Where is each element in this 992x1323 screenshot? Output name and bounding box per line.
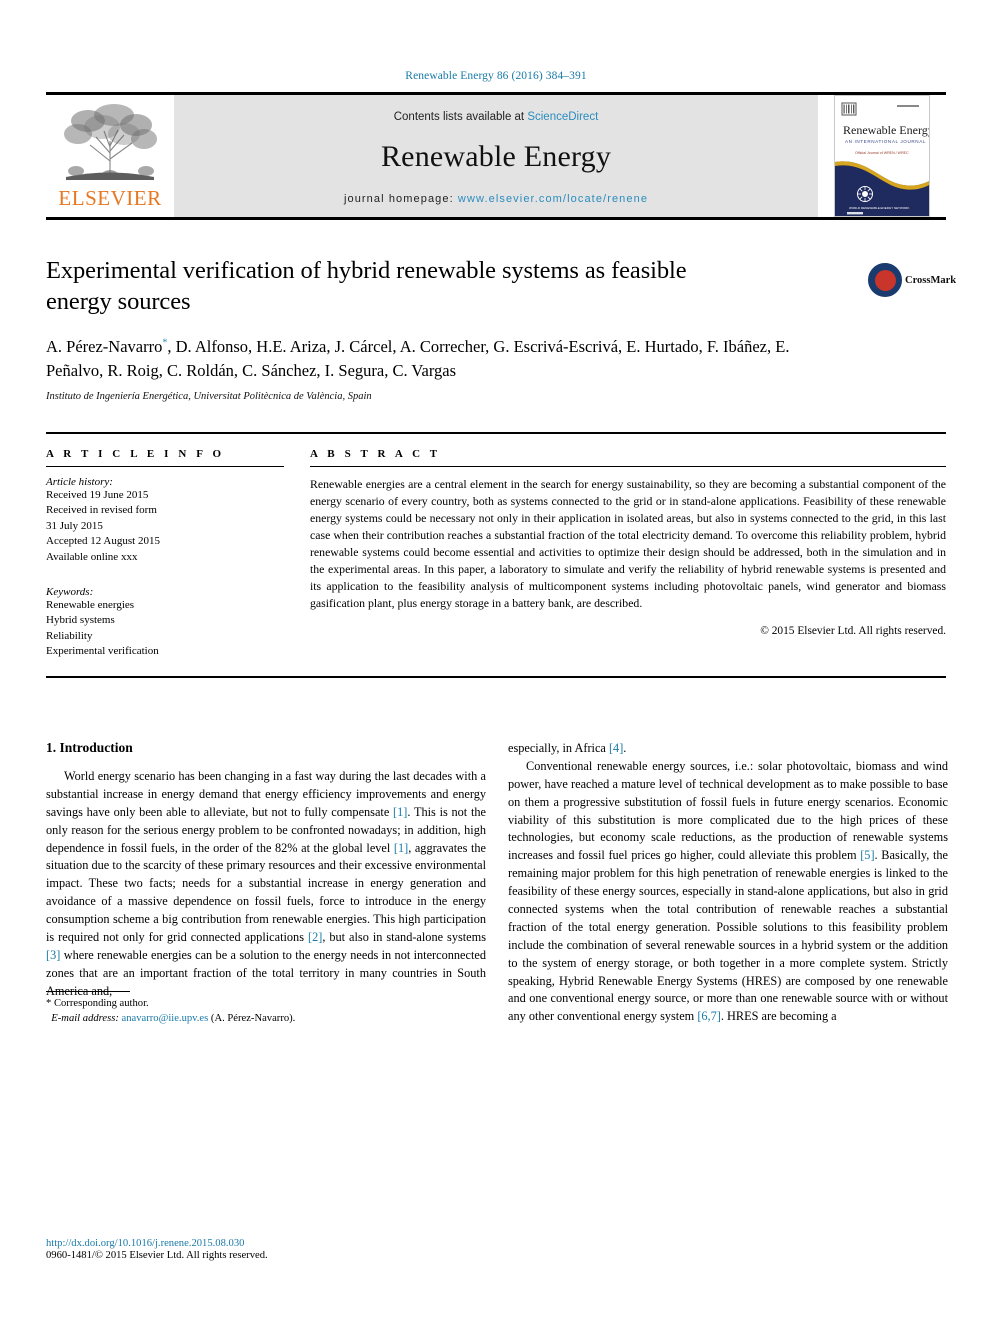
article-history-label: Article history: xyxy=(46,475,113,488)
sciencedirect-link[interactable]: ScienceDirect xyxy=(527,111,598,123)
citation-ref-3[interactable]: [3] xyxy=(46,948,60,962)
history-revised-date: 31 July 2015 xyxy=(46,519,103,532)
history-revised: Received in revised form xyxy=(46,504,157,517)
abstract-column: A B S T R A C T Renewable energies are a… xyxy=(310,448,946,660)
contents-prefix: Contents lists available at xyxy=(393,111,528,123)
journal-masthead: ELSEVIER Contents lists available at Sci… xyxy=(46,92,946,220)
author-list: A. Pérez-Navarro*, D. Alfonso, H.E. Ariz… xyxy=(46,335,836,384)
journal-cover-thumbnail: Renewable Energy AN INTERNATIONAL JOURNA… xyxy=(834,95,930,217)
elsevier-wordmark: ELSEVIER xyxy=(58,186,162,210)
homepage-prefix: journal homepage: xyxy=(343,193,458,205)
page-footer: http://dx.doi.org/10.1016/j.renene.2015.… xyxy=(46,1238,486,1261)
title-block: Experimental verification of hybrid rene… xyxy=(46,256,956,402)
keyword-item: Hybrid systems xyxy=(46,614,115,627)
journal-homepage-link[interactable]: www.elsevier.com/locate/renene xyxy=(458,193,648,205)
citation-ref-1[interactable]: [1] xyxy=(393,805,407,819)
email-label: E-mail address: xyxy=(51,1012,122,1024)
right-column: especially, in Africa [4]. Conventional … xyxy=(508,740,948,1026)
abstract-rule xyxy=(310,465,946,467)
intro-paragraph-left: World energy scenario has been changing … xyxy=(46,768,486,1001)
running-head: Renewable Energy 86 (2016) 384–391 xyxy=(405,70,587,82)
issn-copyright-line: 0960-1481/© 2015 Elsevier Ltd. All right… xyxy=(46,1250,268,1261)
body-columns: 1. Introduction World energy scenario ha… xyxy=(46,740,948,1026)
history-received: Received 19 June 2015 xyxy=(46,488,149,501)
abstract-heading: A B S T R A C T xyxy=(310,447,441,460)
info-abstract-block: A R T I C L E I N F O Article history: R… xyxy=(46,431,946,679)
text-run: Conventional renewable energy sources, i… xyxy=(508,758,948,863)
crossmark-icon xyxy=(868,263,902,297)
keyword-item: Reliability xyxy=(46,629,93,642)
crossmark-label: CrossMark xyxy=(905,274,957,286)
citation-ref-5[interactable]: [5] xyxy=(860,848,874,862)
keywords-label: Keywords: xyxy=(46,585,94,598)
article-info-heading: A R T I C L E I N F O xyxy=(46,447,225,460)
email-suffix: (A. Pérez-Navarro). xyxy=(208,1012,296,1024)
svg-text:AN INTERNATIONAL JOURNAL: AN INTERNATIONAL JOURNAL xyxy=(845,139,926,144)
svg-text:Renewable Energy: Renewable Energy xyxy=(843,123,930,137)
email-note: E-mail address: anavarro@iie.upv.es (A. … xyxy=(46,1011,486,1026)
article-info-rule xyxy=(46,465,284,467)
text-run: . HRES are becoming a xyxy=(720,1009,837,1024)
author-names: A. Pérez-Navarro*, D. Alfonso, H.E. Ariz… xyxy=(46,336,790,381)
text-run: , but also in stand-alone systems xyxy=(322,930,486,945)
intro-paragraph-right-continued: especially, in Africa [4]. xyxy=(508,740,948,758)
history-available-online: Available online xxx xyxy=(46,550,138,563)
journal-title: Renewable Energy xyxy=(380,140,612,173)
corresponding-author-marker[interactable]: * xyxy=(162,337,167,348)
citation-ref-4[interactable]: [4] xyxy=(609,741,623,755)
section-heading-introduction: 1. Introduction xyxy=(46,740,133,756)
keyword-item: Renewable energies xyxy=(46,598,135,611)
affiliation: Instituto de Ingeniería Energética, Univ… xyxy=(46,390,372,402)
footnote-rule xyxy=(46,990,130,992)
contents-available-line: Contents lists available at ScienceDirec… xyxy=(394,111,599,123)
elsevier-logo: ELSEVIER xyxy=(46,95,174,217)
doi-link[interactable]: http://dx.doi.org/10.1016/j.renene.2015.… xyxy=(46,1238,486,1249)
citation-ref-1b[interactable]: [1] xyxy=(394,841,408,855)
crossmark-badge[interactable]: CrossMark xyxy=(868,256,956,304)
text-run: especially, in Africa xyxy=(508,741,609,756)
elsevier-tree-icon xyxy=(58,101,162,187)
footnote-block: * Corresponding author. E-mail address: … xyxy=(46,990,486,1027)
corresponding-author-note: * Corresponding author. xyxy=(46,997,149,1009)
journal-cover-container: Renewable Energy AN INTERNATIONAL JOURNA… xyxy=(818,95,946,217)
masthead-center: Contents lists available at ScienceDirec… xyxy=(174,95,818,217)
keywords-block: Keywords: Renewable energies Hybrid syst… xyxy=(46,586,284,660)
copyright-line: © 2015 Elsevier Ltd. All rights reserved… xyxy=(760,625,946,638)
text-run: . xyxy=(623,741,627,756)
citation-ref-67[interactable]: [6,7] xyxy=(697,1009,721,1023)
paper-page: Renewable Energy 86 (2016) 384–391 ELSEV… xyxy=(0,0,992,1323)
left-column: 1. Introduction World energy scenario ha… xyxy=(46,740,486,1026)
journal-homepage-line: journal homepage: www.elsevier.com/locat… xyxy=(344,193,648,205)
email-link[interactable]: anavarro@iie.upv.es xyxy=(122,1013,209,1024)
keyword-item: Experimental verification xyxy=(46,645,159,658)
svg-text:WORLD RENEWABLE ENERGY NETWORK: WORLD RENEWABLE ENERGY NETWORK xyxy=(849,206,909,210)
svg-text:Official Journal of WREN / WRE: Official Journal of WREN / WREC xyxy=(855,151,909,155)
citation-ref-2[interactable]: [2] xyxy=(308,930,322,944)
intro-paragraph-right: Conventional renewable energy sources, i… xyxy=(508,758,948,1026)
text-run: . Basically, the remaining major problem… xyxy=(508,848,948,1024)
history-accepted: Accepted 12 August 2015 xyxy=(46,535,160,548)
abstract-text: Renewable energies are a central element… xyxy=(310,476,946,611)
text-run: , aggravates the situation due to the sc… xyxy=(46,840,486,945)
article-info-column: A R T I C L E I N F O Article history: R… xyxy=(46,448,284,660)
page-title: Experimental verification of hybrid rene… xyxy=(46,257,687,315)
